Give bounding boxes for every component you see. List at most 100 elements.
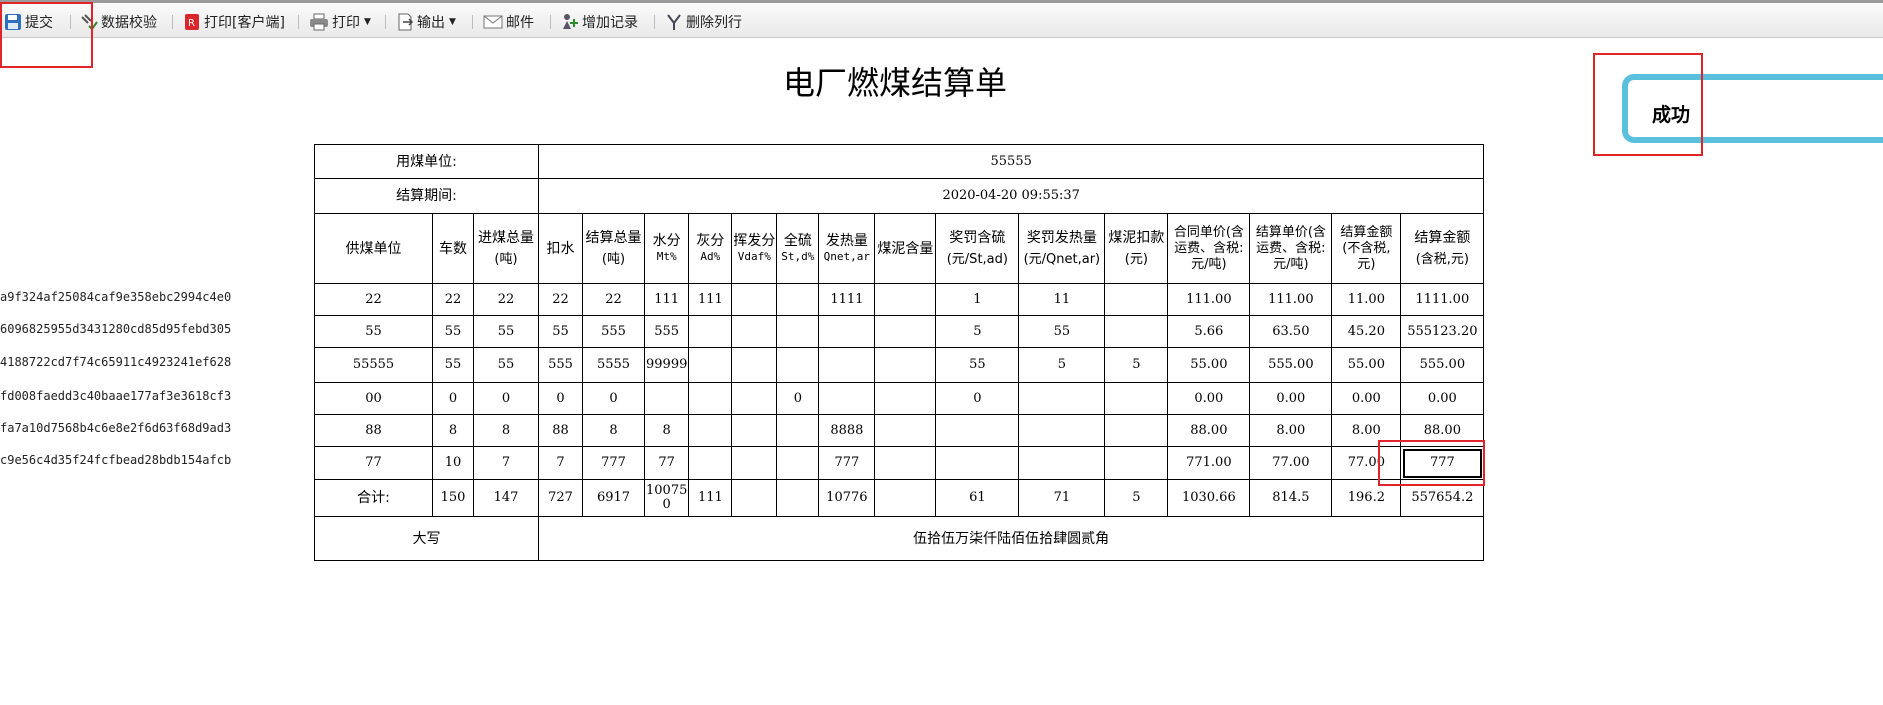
table-cell[interactable]: 5555 — [582, 347, 645, 383]
table-cell[interactable] — [1018, 382, 1106, 415]
table-cell[interactable]: 22 — [538, 283, 583, 316]
print-button[interactable]: 打印 ▼ — [309, 12, 371, 32]
table-cell[interactable]: 111 — [688, 283, 733, 316]
table-cell[interactable]: 0 — [935, 382, 1020, 415]
table-cell[interactable]: 555 — [643, 315, 690, 348]
table-cell[interactable]: 63.50 — [1249, 315, 1333, 348]
table-cell[interactable] — [776, 414, 820, 447]
table-cell[interactable]: 11.00 — [1331, 283, 1402, 316]
table-cell[interactable]: 5 — [1018, 347, 1106, 383]
table-cell[interactable]: 45.20 — [1331, 315, 1402, 348]
table-cell[interactable] — [1018, 414, 1106, 447]
table-cell[interactable] — [643, 382, 690, 415]
table-cell[interactable] — [1104, 446, 1169, 480]
table-cell[interactable] — [1104, 414, 1169, 447]
table-cell[interactable]: 55 — [314, 315, 433, 348]
table-cell[interactable]: 1 — [935, 283, 1020, 316]
table-cell[interactable] — [818, 347, 876, 383]
table-cell[interactable]: 555123.20 — [1400, 315, 1485, 348]
table-cell[interactable] — [874, 414, 937, 447]
coal-unit-value[interactable]: 55555 — [537, 144, 1485, 179]
table-cell[interactable]: 0 — [582, 382, 645, 415]
table-cell[interactable]: 7 — [538, 446, 583, 480]
table-cell[interactable]: 5 — [935, 315, 1020, 348]
delete-row-button[interactable]: 删除列行 — [665, 12, 742, 32]
table-cell[interactable]: 8 — [473, 414, 539, 447]
table-cell[interactable]: 55.00 — [1167, 347, 1251, 383]
print-client-button[interactable]: R 打印[客户端] — [183, 12, 285, 32]
table-cell[interactable] — [874, 315, 937, 348]
table-cell[interactable] — [731, 414, 778, 447]
table-cell[interactable]: 55 — [538, 315, 583, 348]
table-cell[interactable]: 777 — [582, 446, 645, 480]
export-button[interactable]: 输出 ▼ — [396, 12, 456, 32]
table-cell[interactable] — [1104, 315, 1169, 348]
table-cell[interactable]: 99999 — [643, 347, 690, 383]
table-cell[interactable]: 0 — [776, 382, 820, 415]
table-cell[interactable] — [688, 382, 733, 415]
table-cell[interactable]: 55 — [473, 315, 539, 348]
add-record-button[interactable]: 增加记录 — [561, 12, 638, 32]
table-cell[interactable] — [688, 347, 733, 383]
table-cell[interactable]: 555 — [582, 315, 645, 348]
table-cell[interactable]: 111.00 — [1167, 283, 1251, 316]
table-cell[interactable]: 0 — [473, 382, 539, 415]
table-cell[interactable] — [776, 446, 820, 480]
table-cell[interactable]: 77 — [314, 446, 433, 480]
table-cell[interactable] — [818, 315, 876, 348]
table-cell[interactable]: 111.00 — [1249, 283, 1333, 316]
table-cell[interactable]: 555 — [538, 347, 583, 383]
table-cell[interactable]: 55 — [473, 347, 539, 383]
table-cell[interactable]: 22 — [314, 283, 433, 316]
table-cell[interactable] — [731, 382, 778, 415]
table-cell[interactable] — [1104, 283, 1169, 316]
table-cell[interactable] — [874, 382, 937, 415]
table-cell[interactable]: 0 — [538, 382, 583, 415]
table-cell[interactable] — [935, 446, 1020, 480]
table-cell[interactable]: 77 — [643, 446, 690, 480]
table-cell[interactable]: 1111.00 — [1400, 283, 1485, 316]
table-cell[interactable]: 0.00 — [1331, 382, 1402, 415]
table-cell[interactable]: 8 — [432, 414, 474, 447]
table-cell[interactable] — [776, 347, 820, 383]
table-cell[interactable]: 77.00 — [1249, 446, 1333, 480]
table-cell[interactable]: 88.00 — [1167, 414, 1251, 447]
table-cell[interactable]: 55 — [1018, 315, 1106, 348]
table-cell[interactable] — [935, 414, 1020, 447]
table-cell[interactable]: 0.00 — [1400, 382, 1485, 415]
table-cell[interactable]: 8.00 — [1249, 414, 1333, 447]
table-cell[interactable]: 55.00 — [1331, 347, 1402, 383]
table-cell[interactable] — [688, 446, 733, 480]
table-cell[interactable]: 22 — [473, 283, 539, 316]
table-cell[interactable] — [874, 446, 937, 480]
table-cell[interactable]: 111 — [643, 283, 690, 316]
table-cell[interactable] — [1104, 382, 1169, 415]
period-value[interactable]: 2020-04-20 09:55:37 — [537, 178, 1485, 214]
table-cell[interactable] — [688, 414, 733, 447]
table-cell[interactable]: 771.00 — [1167, 446, 1251, 480]
table-cell[interactable]: 777 — [818, 446, 876, 480]
table-cell[interactable]: 88 — [314, 414, 433, 447]
table-cell[interactable] — [776, 283, 820, 316]
table-cell[interactable]: 0 — [432, 382, 474, 415]
table-cell[interactable]: 0.00 — [1167, 382, 1251, 415]
table-cell[interactable] — [731, 315, 778, 348]
table-cell[interactable] — [731, 446, 778, 480]
table-cell[interactable]: 5.66 — [1167, 315, 1251, 348]
table-cell[interactable]: 555.00 — [1249, 347, 1333, 383]
table-cell[interactable]: 8888 — [818, 414, 876, 447]
table-cell[interactable] — [818, 382, 876, 415]
table-cell[interactable]: 55 — [935, 347, 1020, 383]
table-cell[interactable]: 55555 — [314, 347, 433, 383]
table-cell[interactable] — [874, 347, 937, 383]
table-cell[interactable]: 7 — [473, 446, 539, 480]
table-cell[interactable] — [688, 315, 733, 348]
table-cell[interactable]: 555.00 — [1400, 347, 1485, 383]
mail-button[interactable]: 邮件 — [483, 12, 534, 32]
table-cell[interactable]: 5 — [1104, 347, 1169, 383]
table-cell[interactable]: 10 — [432, 446, 474, 480]
table-cell[interactable] — [731, 283, 778, 316]
table-cell[interactable]: 55 — [432, 315, 474, 348]
table-cell[interactable]: 8 — [643, 414, 690, 447]
table-cell[interactable]: 22 — [582, 283, 645, 316]
